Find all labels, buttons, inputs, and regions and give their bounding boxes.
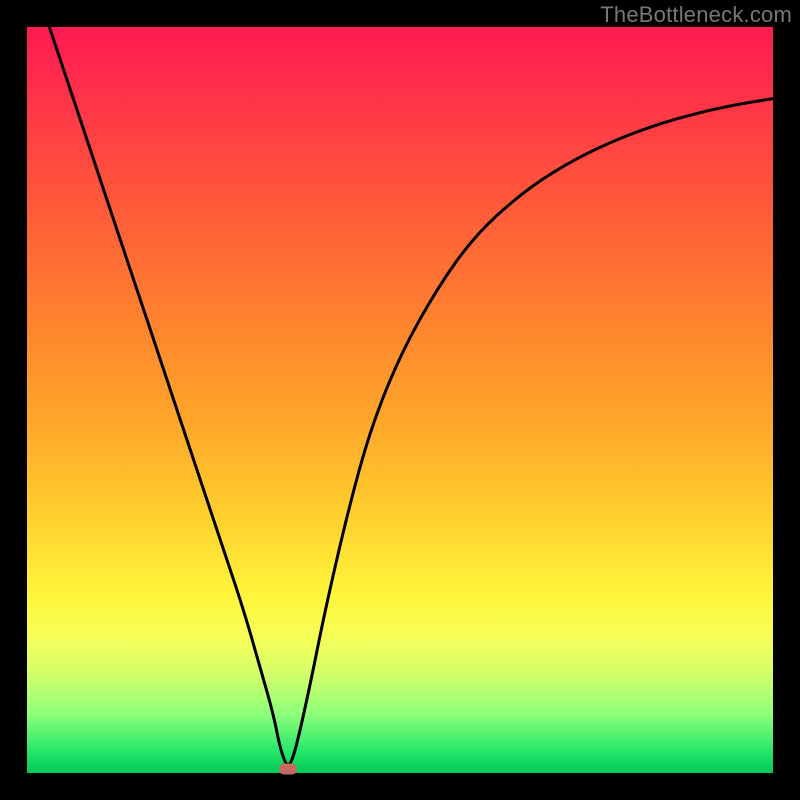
bottleneck-curve — [49, 27, 773, 765]
curve-svg — [27, 27, 773, 773]
optimal-marker — [279, 764, 297, 775]
plot-area — [27, 27, 773, 773]
chart-frame: TheBottleneck.com — [0, 0, 800, 800]
watermark-text: TheBottleneck.com — [600, 2, 792, 28]
